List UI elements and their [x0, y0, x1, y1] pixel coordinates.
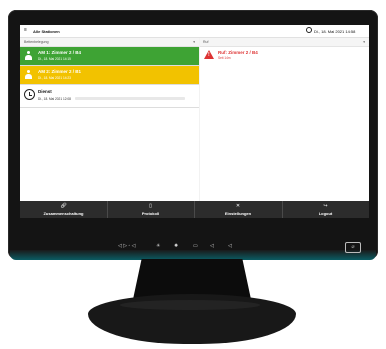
call-panel-header-label: Ruf [203, 40, 209, 44]
coupling-label: Zusammenschaltung [43, 211, 84, 216]
list-item[interactable]: Dienst Di., 18. Mai 2021 12:08 [20, 85, 199, 108]
bezel-controls: ◁ ▷ ◦ ◁ ☀ ✹ ▭ ◁ ◁ [118, 243, 268, 253]
alarm-title: Ruf: Zimmer 2 / B4 [218, 50, 258, 55]
list-item-time: Di., 18. Mai 2021 12:08 [38, 97, 71, 101]
list-item-time: Di., 18. Mai 2021 14:15 [38, 57, 71, 61]
list-item-name: AM 1: Zimmer 2 / B4 [38, 50, 82, 55]
clock-icon [306, 27, 312, 33]
datetime: Di., 18. Mai 2021 14:58 [314, 29, 356, 34]
protocol-button[interactable]: ▯ Protokoll [107, 201, 195, 218]
brand-logo: ⌀ [345, 242, 361, 253]
settings-label: Einstellungen [224, 211, 252, 216]
call-panel-header[interactable]: Ruf ▾ [200, 38, 369, 47]
group-icon [24, 70, 33, 79]
link-icon: 🔗︎ [60, 203, 67, 209]
tools-icon: ✕ [235, 203, 241, 209]
protocol-label: Protokoll [141, 211, 160, 216]
stand-highlight [120, 300, 260, 310]
list-item[interactable]: AM 2: Zimmer 2 / B1 Di., 18. Mai 2021 14… [20, 66, 199, 85]
brightness-down-icon[interactable]: ☀ [156, 243, 160, 249]
coupling-button[interactable]: 🔗︎ Zusammenschaltung [20, 201, 108, 218]
logout-label: Logout [318, 211, 333, 216]
sort-icon[interactable]: ▾ [363, 40, 365, 44]
settings-button[interactable]: ✕ Einstellungen [194, 201, 283, 218]
document-icon: ▯ [149, 203, 152, 209]
call-panel: Ruf ▾ Ruf: Zimmer 2 / B4 Seit 14m [200, 38, 369, 201]
display-icon[interactable]: ▭ [193, 243, 198, 249]
warning-icon [204, 50, 214, 59]
nav-arrows-icon[interactable]: ◁ ▷ ◦ ◁ [118, 243, 135, 249]
list-item-name: Dienst [38, 89, 52, 94]
alarm-duration: Seit 14m [218, 56, 231, 60]
clock-icon [24, 89, 35, 100]
menu-icon[interactable]: ≡ [24, 28, 27, 33]
volume-up-icon[interactable]: ◁ [228, 243, 232, 249]
person-icon [24, 51, 33, 60]
window-title: Alle Stationen [33, 29, 60, 34]
bed-list-header[interactable]: Bettenbelegung ▾ [20, 38, 199, 47]
logout-button[interactable]: ↪ Logout [282, 201, 369, 218]
list-item-bar [75, 97, 185, 100]
list-item-name: AM 2: Zimmer 2 / B1 [38, 69, 82, 74]
alarm-item[interactable]: Ruf: Zimmer 2 / B4 Seit 14m [200, 47, 369, 63]
bottom-toolbar: 🔗︎ Zusammenschaltung ▯ Protokoll ✕ Einst… [20, 201, 369, 218]
list-item-time: Di., 18. Mai 2021 14:23 [38, 76, 71, 80]
brightness-up-icon[interactable]: ✹ [174, 243, 178, 249]
sort-icon[interactable]: ▾ [193, 40, 195, 44]
volume-down-icon[interactable]: ◁ [210, 243, 214, 249]
title-bar: ≡ Alle Stationen Di., 18. Mai 2021 14:58 [20, 25, 369, 38]
logout-icon: ↪ [323, 203, 328, 209]
list-item[interactable]: AM 1: Zimmer 2 / B4 Di., 18. Mai 2021 14… [20, 47, 199, 66]
bed-list-panel: Bettenbelegung ▾ AM 1: Zimmer 2 / B4 Di.… [20, 38, 199, 201]
monitor-screen: ≡ Alle Stationen Di., 18. Mai 2021 14:58… [20, 25, 369, 218]
bed-list-header-label: Bettenbelegung [24, 40, 49, 44]
